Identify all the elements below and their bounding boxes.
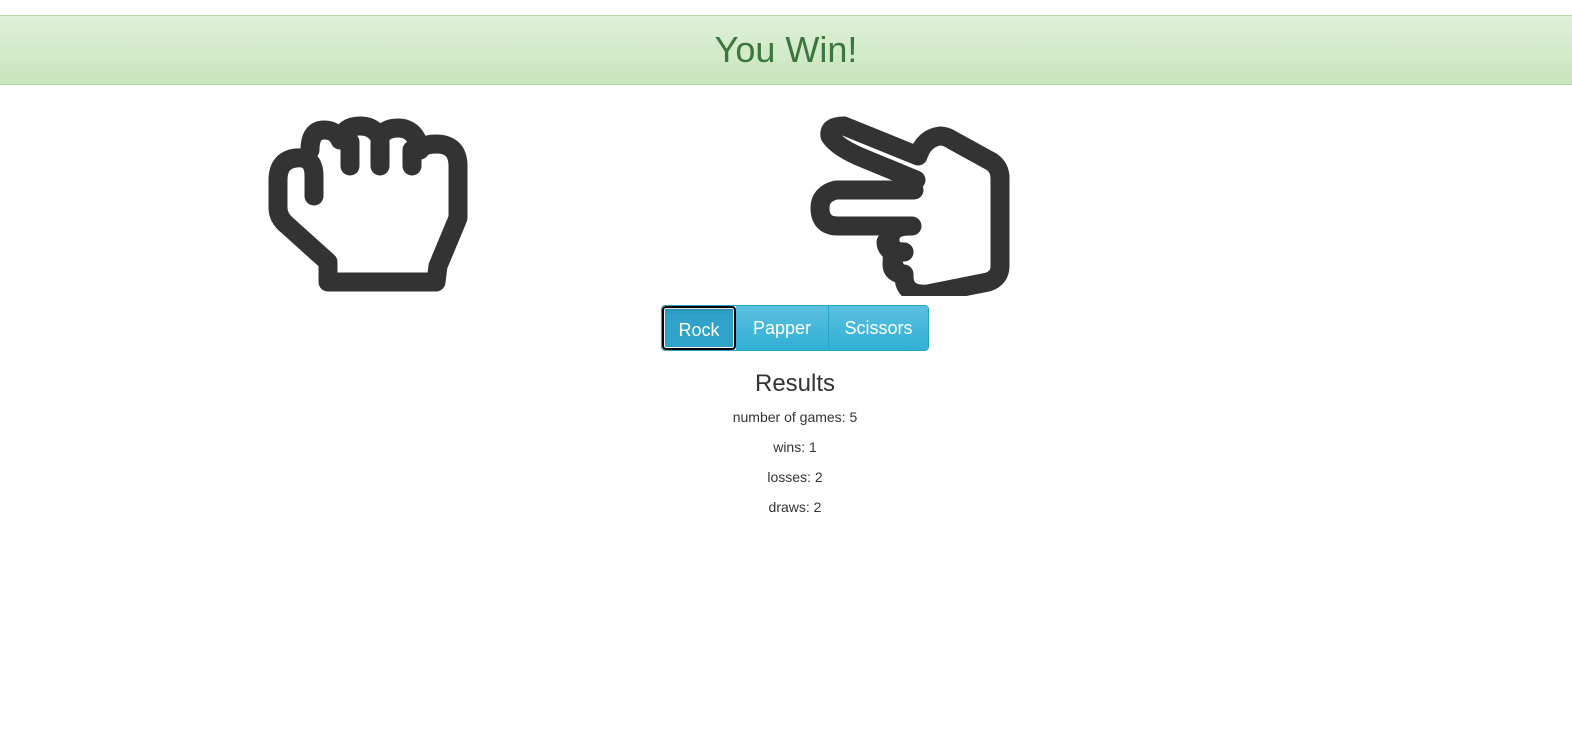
hand-scissors-icon: [810, 116, 1010, 296]
results-panel: Results number of games: 5 wins: 1 losse…: [0, 366, 1572, 522]
games-count: number of games: 5: [732, 409, 858, 425]
hand-rock-icon: [268, 116, 468, 292]
result-message: You Win!: [714, 29, 858, 70]
result-banner: You Win!: [0, 15, 1572, 85]
scissors-button[interactable]: Scissors: [829, 306, 928, 350]
paper-button[interactable]: Papper: [736, 306, 829, 350]
rock-button[interactable]: Rock: [662, 306, 736, 350]
choice-button-group: Rock Papper Scissors: [661, 305, 929, 351]
losses-count: losses: 2: [767, 469, 823, 485]
results-heading: Results: [754, 370, 836, 397]
draws-count: draws: 2: [768, 499, 822, 515]
wins-count: wins: 1: [773, 439, 817, 455]
results-stats: number of games: 5 wins: 1 losses: 2 dra…: [0, 402, 1572, 522]
computer-hand: [806, 116, 1012, 296]
player-hand: [266, 116, 472, 296]
